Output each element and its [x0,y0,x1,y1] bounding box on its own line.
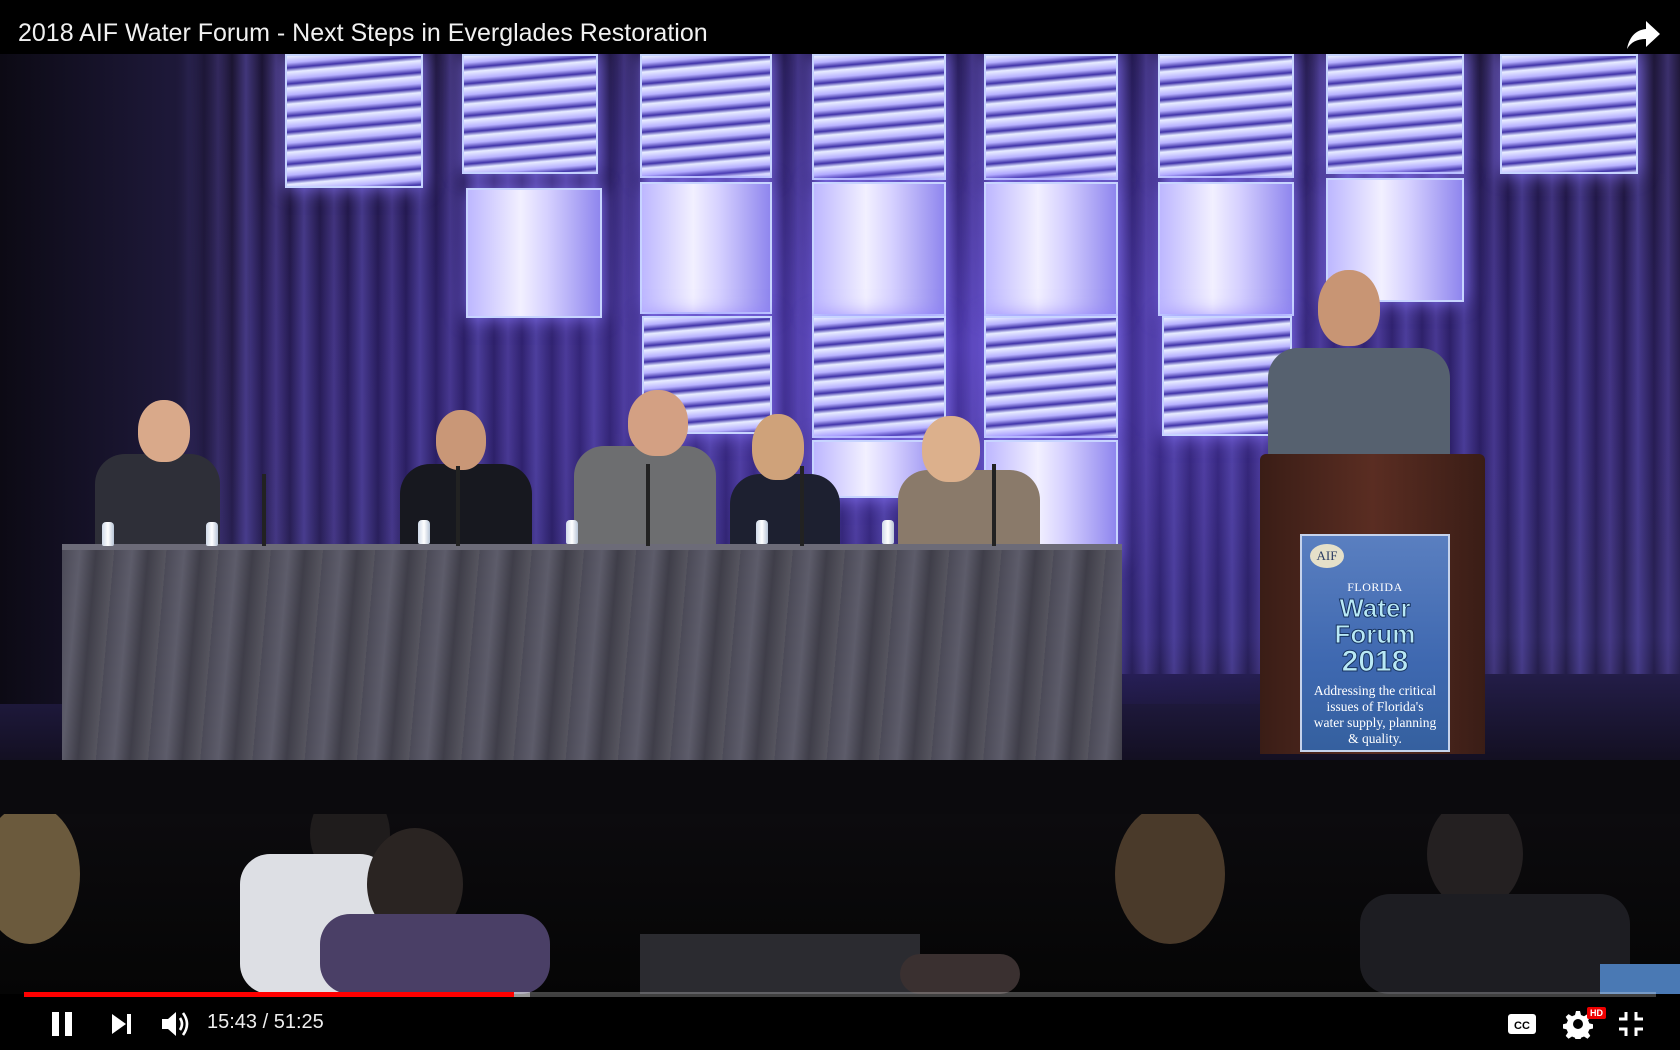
video-frame[interactable]: AIF FLORIDA Water Forum 2018 Addressing … [0,54,1680,994]
video-title-bar: 2018 AIF Water Forum - Next Steps in Eve… [0,0,1680,54]
light-panel [640,182,772,314]
microphone [646,464,650,546]
audience [0,786,1680,994]
microphone [992,464,996,546]
light-panel [1158,182,1294,316]
light-panel [812,54,946,180]
microphone [456,466,460,546]
light-panel [984,182,1118,316]
volume-icon[interactable] [154,1005,198,1043]
pause-icon[interactable] [42,1005,82,1043]
microphone [800,466,804,546]
hd-badge: HD [1587,1007,1606,1019]
water-bottle [566,520,578,544]
exit-fullscreen-icon[interactable] [1611,1005,1651,1043]
player-controls: 15:43 / 51:25 CC HD [0,997,1680,1050]
light-panel [812,182,946,316]
light-panel [640,54,772,178]
water-bottle [882,520,894,544]
cc-badge-label: CC [1514,1020,1530,1032]
water-bottle [756,520,768,544]
next-icon[interactable] [101,1005,141,1043]
sign-tagline: Addressing the critical issues of Florid… [1313,683,1437,746]
sign-title: Water Forum [1334,593,1416,649]
microphone [262,474,266,546]
sign-year: 2018 [1341,645,1409,678]
light-panel [285,54,423,188]
time-separator: / [257,1011,274,1033]
light-panel [984,316,1118,438]
video-title[interactable]: 2018 AIF Water Forum - Next Steps in Eve… [18,19,708,48]
current-time: 15:43 [207,1011,258,1033]
cc-icon[interactable]: CC [1502,1005,1542,1043]
settings-gear-icon[interactable]: HD [1556,1005,1606,1043]
light-panel [1326,54,1464,174]
light-panel [462,54,598,174]
aif-logo: AIF [1310,544,1344,568]
podium-sign: AIF FLORIDA Water Forum 2018 Addressing … [1300,534,1450,752]
water-bottle [102,522,114,546]
light-panel [984,54,1118,180]
panel-table [62,544,1122,770]
share-icon[interactable] [1626,18,1662,52]
time-display: 15:43 / 51:25 [207,1011,324,1034]
light-panel [1158,54,1294,178]
duration: 51:25 [273,1011,324,1033]
water-bottle [206,522,218,546]
light-panel [812,316,946,438]
light-panel [1500,54,1638,174]
light-panel [466,188,602,318]
water-bottle [418,520,430,544]
